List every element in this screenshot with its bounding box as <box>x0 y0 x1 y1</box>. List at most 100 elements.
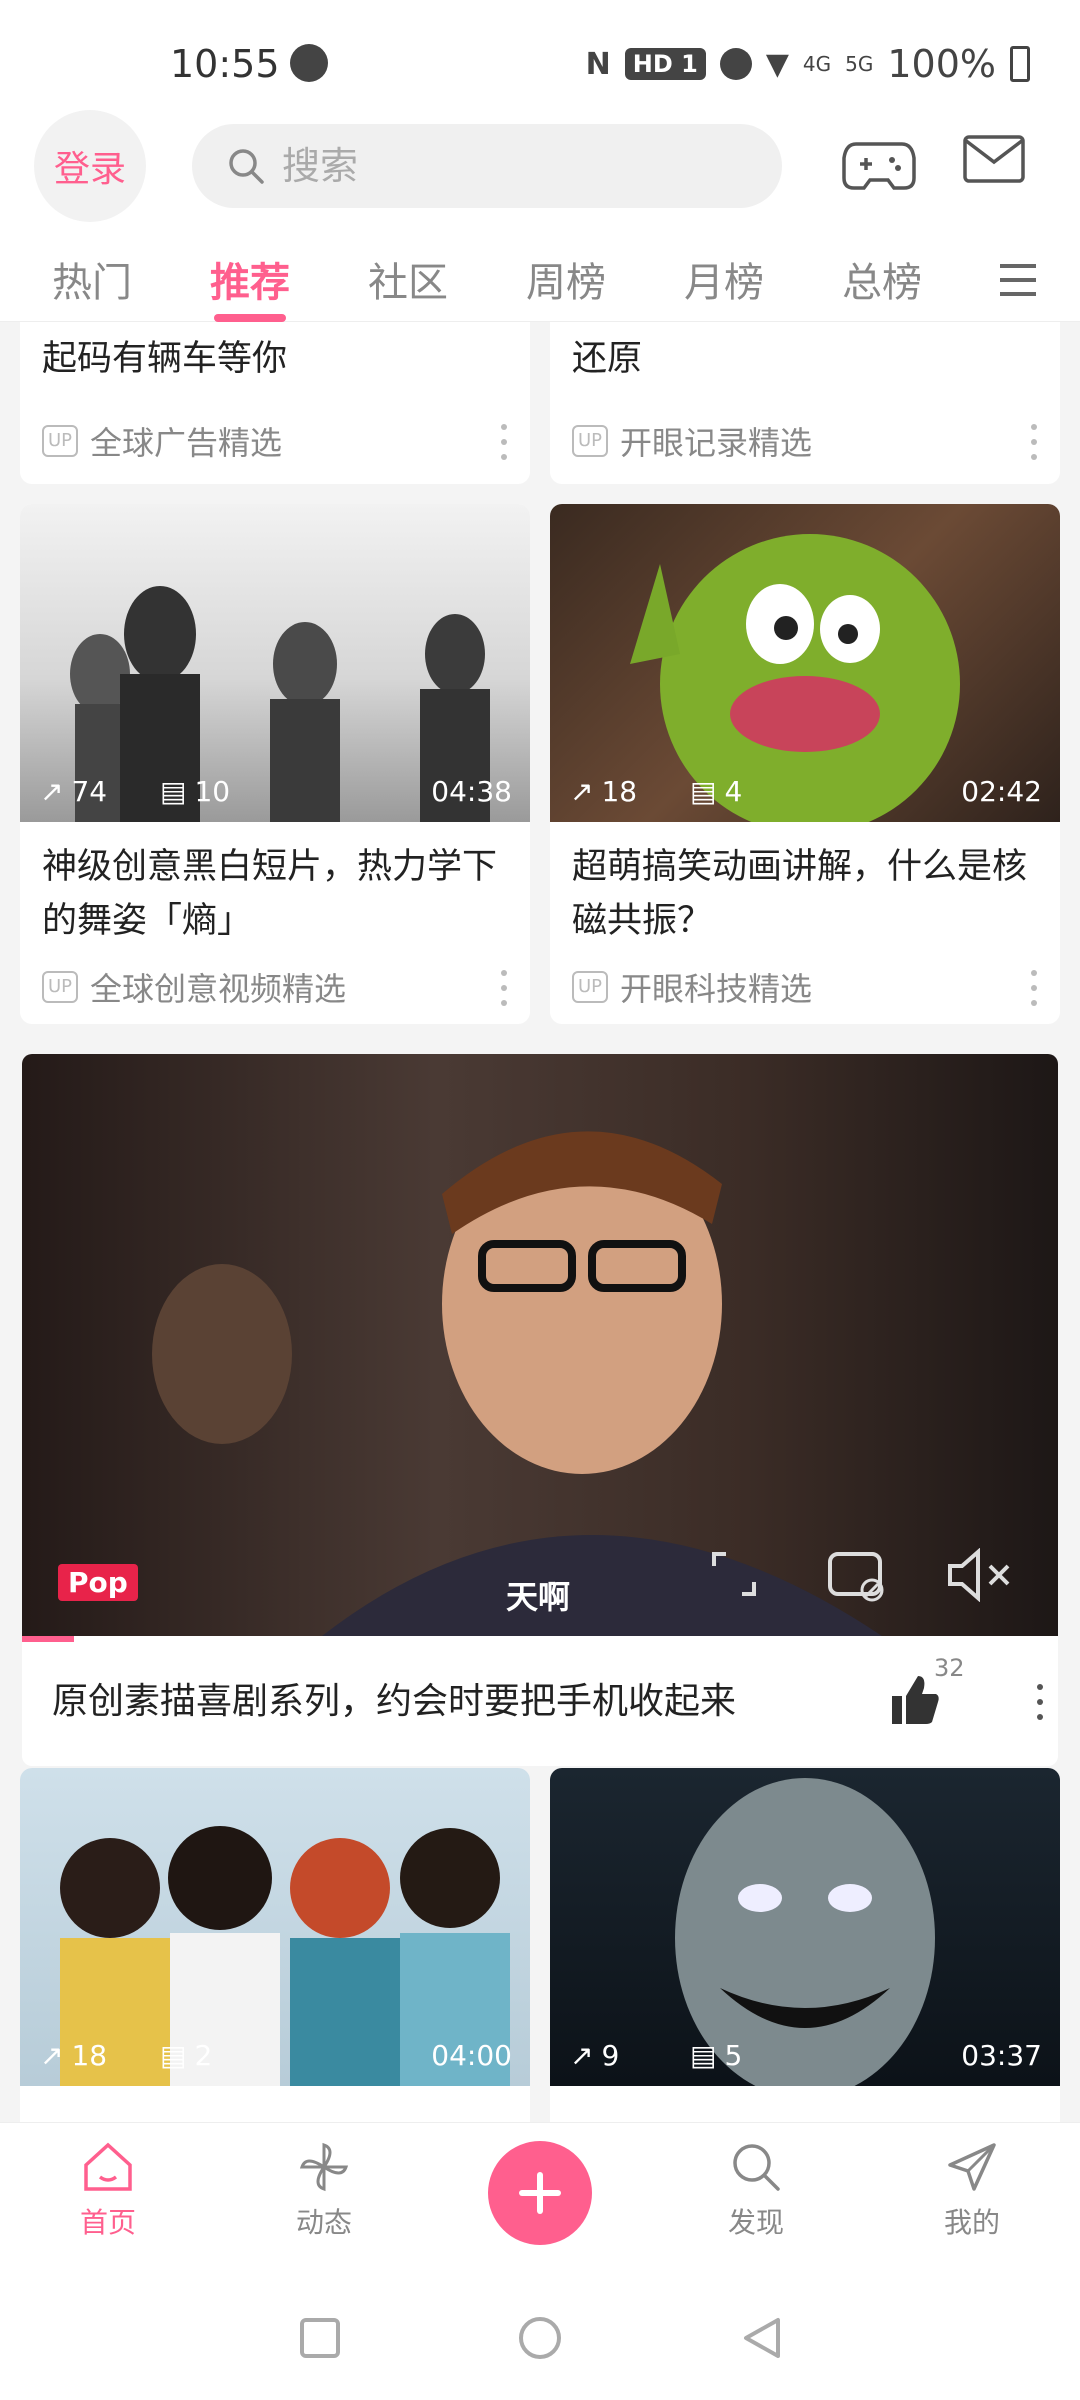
card-uploader[interactable]: UP 开眼记录精选 <box>572 418 812 464</box>
nav-label: 我的 <box>943 2206 1000 2239</box>
video-feed[interactable]: 起码有辆车等你 UP 全球广告精选 还原 UP 开眼记录精选 ↗ 74 ▤ 10 0… <box>0 322 1080 2122</box>
nfc-icon: N <box>585 46 611 82</box>
more-options-icon[interactable] <box>1030 424 1038 460</box>
share-icon: ↗ <box>570 775 594 808</box>
fullscreen-icon[interactable] <box>710 1550 758 1598</box>
plus-icon <box>519 2172 561 2214</box>
card-title: 超萌搞笑动画讲解，什么是核磁共振？ <box>572 847 1028 941</box>
comment-count: ▤ 10 <box>160 775 231 808</box>
video-player[interactable]: Pop 天啊 <box>22 1054 1058 1636</box>
video-card[interactable]: 还原 UP 开眼记录精选 <box>550 322 1060 484</box>
status-right: N HD 1 ▼ 4G 5G 100% <box>586 42 1030 86</box>
search-input[interactable] <box>282 144 762 188</box>
video-card[interactable]: ↗ 74 ▤ 10 04:38 神级创意黑白短片，热力学下的舞姿「熵」 UP 全球创… <box>20 504 530 1024</box>
video-thumbnail[interactable]: ↗ 18 ▤ 4 02:42 <box>550 504 1060 834</box>
pinwheel-icon <box>299 2142 349 2192</box>
nav-discover[interactable]: 发现 <box>686 2139 826 2241</box>
comment-count: ▤ 2 <box>160 2039 213 2072</box>
player-frame <box>152 1131 882 1636</box>
video-thumbnail[interactable]: ↗ 18 ▤ 2 04:00 <box>20 1768 530 2086</box>
tab-menu-icon[interactable] <box>998 262 1038 298</box>
danmaku-off-icon[interactable] <box>826 1544 886 1604</box>
video-duration: 03:37 <box>961 2039 1042 2072</box>
video-thumbnail[interactable]: ↗ 9 ▤ 5 03:37 <box>550 1768 1060 2098</box>
like-count: 32 <box>934 1654 965 1682</box>
comment-icon: ▤ <box>160 2039 187 2072</box>
home-circle-icon[interactable] <box>516 2314 564 2362</box>
search-box[interactable] <box>192 124 782 208</box>
recents-icon[interactable] <box>298 2316 342 2360</box>
nav-feed[interactable]: 动态 <box>254 2139 394 2241</box>
tab-hot[interactable]: 热门 <box>52 250 132 308</box>
share-count: ↗ 74 <box>40 775 108 808</box>
signal-5g: 5G <box>845 52 874 76</box>
video-card[interactable]: 起码有辆车等你 UP 全球广告精选 <box>20 322 530 484</box>
gamepad-icon[interactable] <box>842 134 916 194</box>
share-count: ↗ 18 <box>570 775 638 808</box>
nav-home[interactable]: 首页 <box>38 2139 178 2241</box>
more-options-icon[interactable] <box>500 424 508 460</box>
featured-title: 原创素描喜剧系列，约会时要把手机收起来 <box>52 1681 737 1722</box>
video-duration: 02:42 <box>961 775 1042 808</box>
share-count: ↗ 18 <box>40 2039 108 2072</box>
share-icon: ↗ <box>40 775 64 808</box>
card-uploader[interactable]: UP 开眼科技精选 <box>572 964 812 1010</box>
mail-icon[interactable] <box>962 134 1026 184</box>
featured-video-card[interactable]: Pop 天啊 原创素描喜剧系列，约会时要把手机收起来 32 <box>22 1054 1058 1766</box>
uploader-name: 开眼科技精选 <box>620 970 813 1008</box>
nav-label: 发现 <box>727 2206 784 2239</box>
video-duration: 04:38 <box>431 775 512 808</box>
video-card[interactable]: ↗ 18 ▤ 4 02:42 超萌搞笑动画讲解，什么是核磁共振？ UP 开眼科技精选 <box>550 504 1060 1024</box>
add-button[interactable] <box>488 2141 592 2245</box>
more-options-icon[interactable] <box>500 970 508 1006</box>
video-subtitle: 天啊 <box>506 1578 571 1616</box>
search-icon <box>229 149 264 184</box>
more-options-icon[interactable] <box>1030 970 1038 1006</box>
status-time: 10:55 <box>170 42 280 86</box>
video-progress-bar[interactable] <box>22 1636 74 1642</box>
nav-mine[interactable]: 我的 <box>902 2139 1042 2241</box>
send-icon <box>948 2143 996 2191</box>
video-duration: 04:00 <box>431 2039 512 2072</box>
uploader-name: 全球创意视频精选 <box>90 970 347 1008</box>
up-badge: UP <box>42 425 79 457</box>
search-icon <box>733 2144 780 2191</box>
battery-icon <box>1010 46 1030 82</box>
tab-alltime[interactable]: 总榜 <box>842 250 922 308</box>
signal-4g: 4G <box>802 52 832 76</box>
back-icon[interactable] <box>738 2314 786 2362</box>
tab-community[interactable]: 社区 <box>368 250 448 308</box>
login-button[interactable]: 登录 <box>34 110 146 222</box>
battery-text: 100% <box>887 42 996 86</box>
uploader-name: 开眼记录精选 <box>620 424 813 462</box>
comment-icon: ▤ <box>690 2039 717 2072</box>
mute-icon[interactable] <box>946 1548 1016 1602</box>
nav-label: 首页 <box>79 2206 136 2239</box>
like-icon[interactable] <box>888 1674 940 1726</box>
video-card[interactable]: ↗ 9 ▤ 5 03:37 <box>550 1768 1060 2122</box>
video-card[interactable]: ↗ 18 ▤ 2 04:00 <box>20 1768 530 2122</box>
card-title: 神级创意黑白短片，热力学下的舞姿「熵」 <box>42 847 498 941</box>
comment-icon: ▤ <box>160 775 187 808</box>
top-bar: 登录 <box>0 110 1080 225</box>
video-thumbnail[interactable]: ↗ 74 ▤ 10 04:38 <box>20 504 530 822</box>
app-notification-icon <box>290 44 328 82</box>
up-badge: UP <box>42 971 79 1003</box>
system-nav-bar <box>0 2282 1080 2400</box>
nav-label: 动态 <box>295 2206 352 2239</box>
more-options-icon[interactable] <box>1036 1684 1044 1720</box>
category-tabs: 热门 推荐 社区 周榜 月榜 总榜 <box>0 232 1080 322</box>
share-icon: ↗ <box>40 2039 64 2072</box>
tab-recommend[interactable]: 推荐 <box>210 250 290 322</box>
comment-icon: ▤ <box>690 775 717 808</box>
comment-count: ▤ 4 <box>690 775 743 808</box>
card-uploader[interactable]: UP 全球广告精选 <box>42 418 282 464</box>
wifi-icon: ▼ <box>765 46 789 82</box>
tab-monthly[interactable]: 月榜 <box>684 250 764 308</box>
card-uploader[interactable]: UP 全球创意视频精选 <box>42 964 346 1010</box>
up-badge: UP <box>572 425 609 457</box>
tab-weekly[interactable]: 周榜 <box>526 250 606 308</box>
share-count: ↗ 9 <box>570 2039 620 2072</box>
dnd-icon <box>719 48 752 80</box>
share-icon: ↗ <box>570 2039 594 2072</box>
